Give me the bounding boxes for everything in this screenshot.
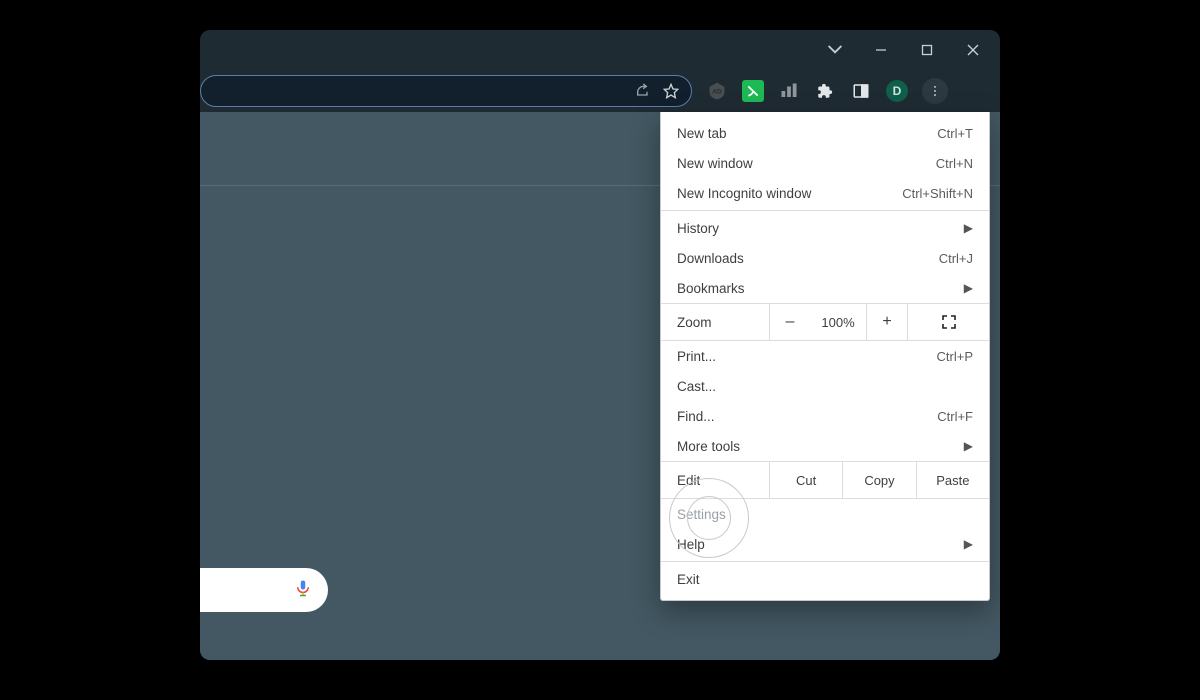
extensions-strip: AD D bbox=[706, 78, 948, 104]
menu-find[interactable]: Find...Ctrl+F bbox=[661, 401, 989, 431]
toolbar-row: AD D bbox=[200, 70, 1000, 112]
menu-history[interactable]: History▶ bbox=[661, 213, 989, 243]
chrome-main-menu: New tabCtrl+T New windowCtrl+N New Incog… bbox=[660, 112, 990, 601]
zoom-label: Zoom bbox=[661, 304, 769, 340]
microphone-icon[interactable] bbox=[294, 577, 312, 604]
menu-print[interactable]: Print...Ctrl+P bbox=[661, 341, 989, 371]
zoom-out-button[interactable]: – bbox=[769, 304, 810, 340]
google-search-pill[interactable] bbox=[200, 568, 328, 612]
menu-cast[interactable]: Cast... bbox=[661, 371, 989, 401]
menu-bookmarks[interactable]: Bookmarks▶ bbox=[661, 273, 989, 303]
submenu-arrow-icon: ▶ bbox=[964, 281, 973, 295]
edit-label: Edit bbox=[661, 462, 769, 498]
svg-text:AD: AD bbox=[712, 89, 722, 96]
bookmark-star-icon[interactable] bbox=[663, 83, 679, 99]
menu-more-tools[interactable]: More tools▶ bbox=[661, 431, 989, 461]
menu-new-window[interactable]: New windowCtrl+N bbox=[661, 148, 989, 178]
edit-cut-button[interactable]: Cut bbox=[769, 462, 842, 498]
extension-bars-icon[interactable] bbox=[778, 80, 800, 102]
avatar-initial: D bbox=[893, 84, 902, 98]
menu-downloads[interactable]: DownloadsCtrl+J bbox=[661, 243, 989, 273]
menu-new-incognito[interactable]: New Incognito windowCtrl+Shift+N bbox=[661, 178, 989, 208]
menu-exit[interactable]: Exit bbox=[661, 564, 989, 594]
close-button[interactable] bbox=[950, 30, 996, 70]
menu-zoom-row: Zoom – 100% + bbox=[661, 303, 989, 341]
omnibox[interactable] bbox=[200, 75, 692, 107]
fullscreen-button[interactable] bbox=[907, 304, 989, 340]
share-icon[interactable] bbox=[635, 83, 651, 99]
menu-settings[interactable]: Settings bbox=[661, 499, 989, 529]
menu-edit-row: Edit Cut Copy Paste bbox=[661, 461, 989, 499]
side-panel-icon[interactable] bbox=[850, 80, 872, 102]
zoom-percent: 100% bbox=[810, 304, 866, 340]
menu-help[interactable]: Help▶ bbox=[661, 529, 989, 559]
menu-separator bbox=[661, 210, 989, 211]
tab-search-button[interactable] bbox=[818, 43, 852, 57]
edit-paste-button[interactable]: Paste bbox=[916, 462, 989, 498]
submenu-arrow-icon: ▶ bbox=[964, 537, 973, 551]
zoom-in-button[interactable]: + bbox=[866, 304, 907, 340]
extension-green-icon[interactable] bbox=[742, 80, 764, 102]
maximize-button[interactable] bbox=[904, 30, 950, 70]
titlebar bbox=[200, 30, 1000, 70]
adblock-extension-icon[interactable]: AD bbox=[706, 80, 728, 102]
profile-avatar[interactable]: D bbox=[886, 80, 908, 102]
browser-window: AD D bbox=[200, 30, 1000, 660]
minimize-button[interactable] bbox=[858, 30, 904, 70]
menu-new-tab[interactable]: New tabCtrl+T bbox=[661, 118, 989, 148]
chrome-menu-button[interactable] bbox=[922, 78, 948, 104]
extensions-puzzle-icon[interactable] bbox=[814, 80, 836, 102]
submenu-arrow-icon: ▶ bbox=[964, 439, 973, 453]
submenu-arrow-icon: ▶ bbox=[964, 221, 973, 235]
menu-separator bbox=[661, 561, 989, 562]
edit-copy-button[interactable]: Copy bbox=[842, 462, 915, 498]
